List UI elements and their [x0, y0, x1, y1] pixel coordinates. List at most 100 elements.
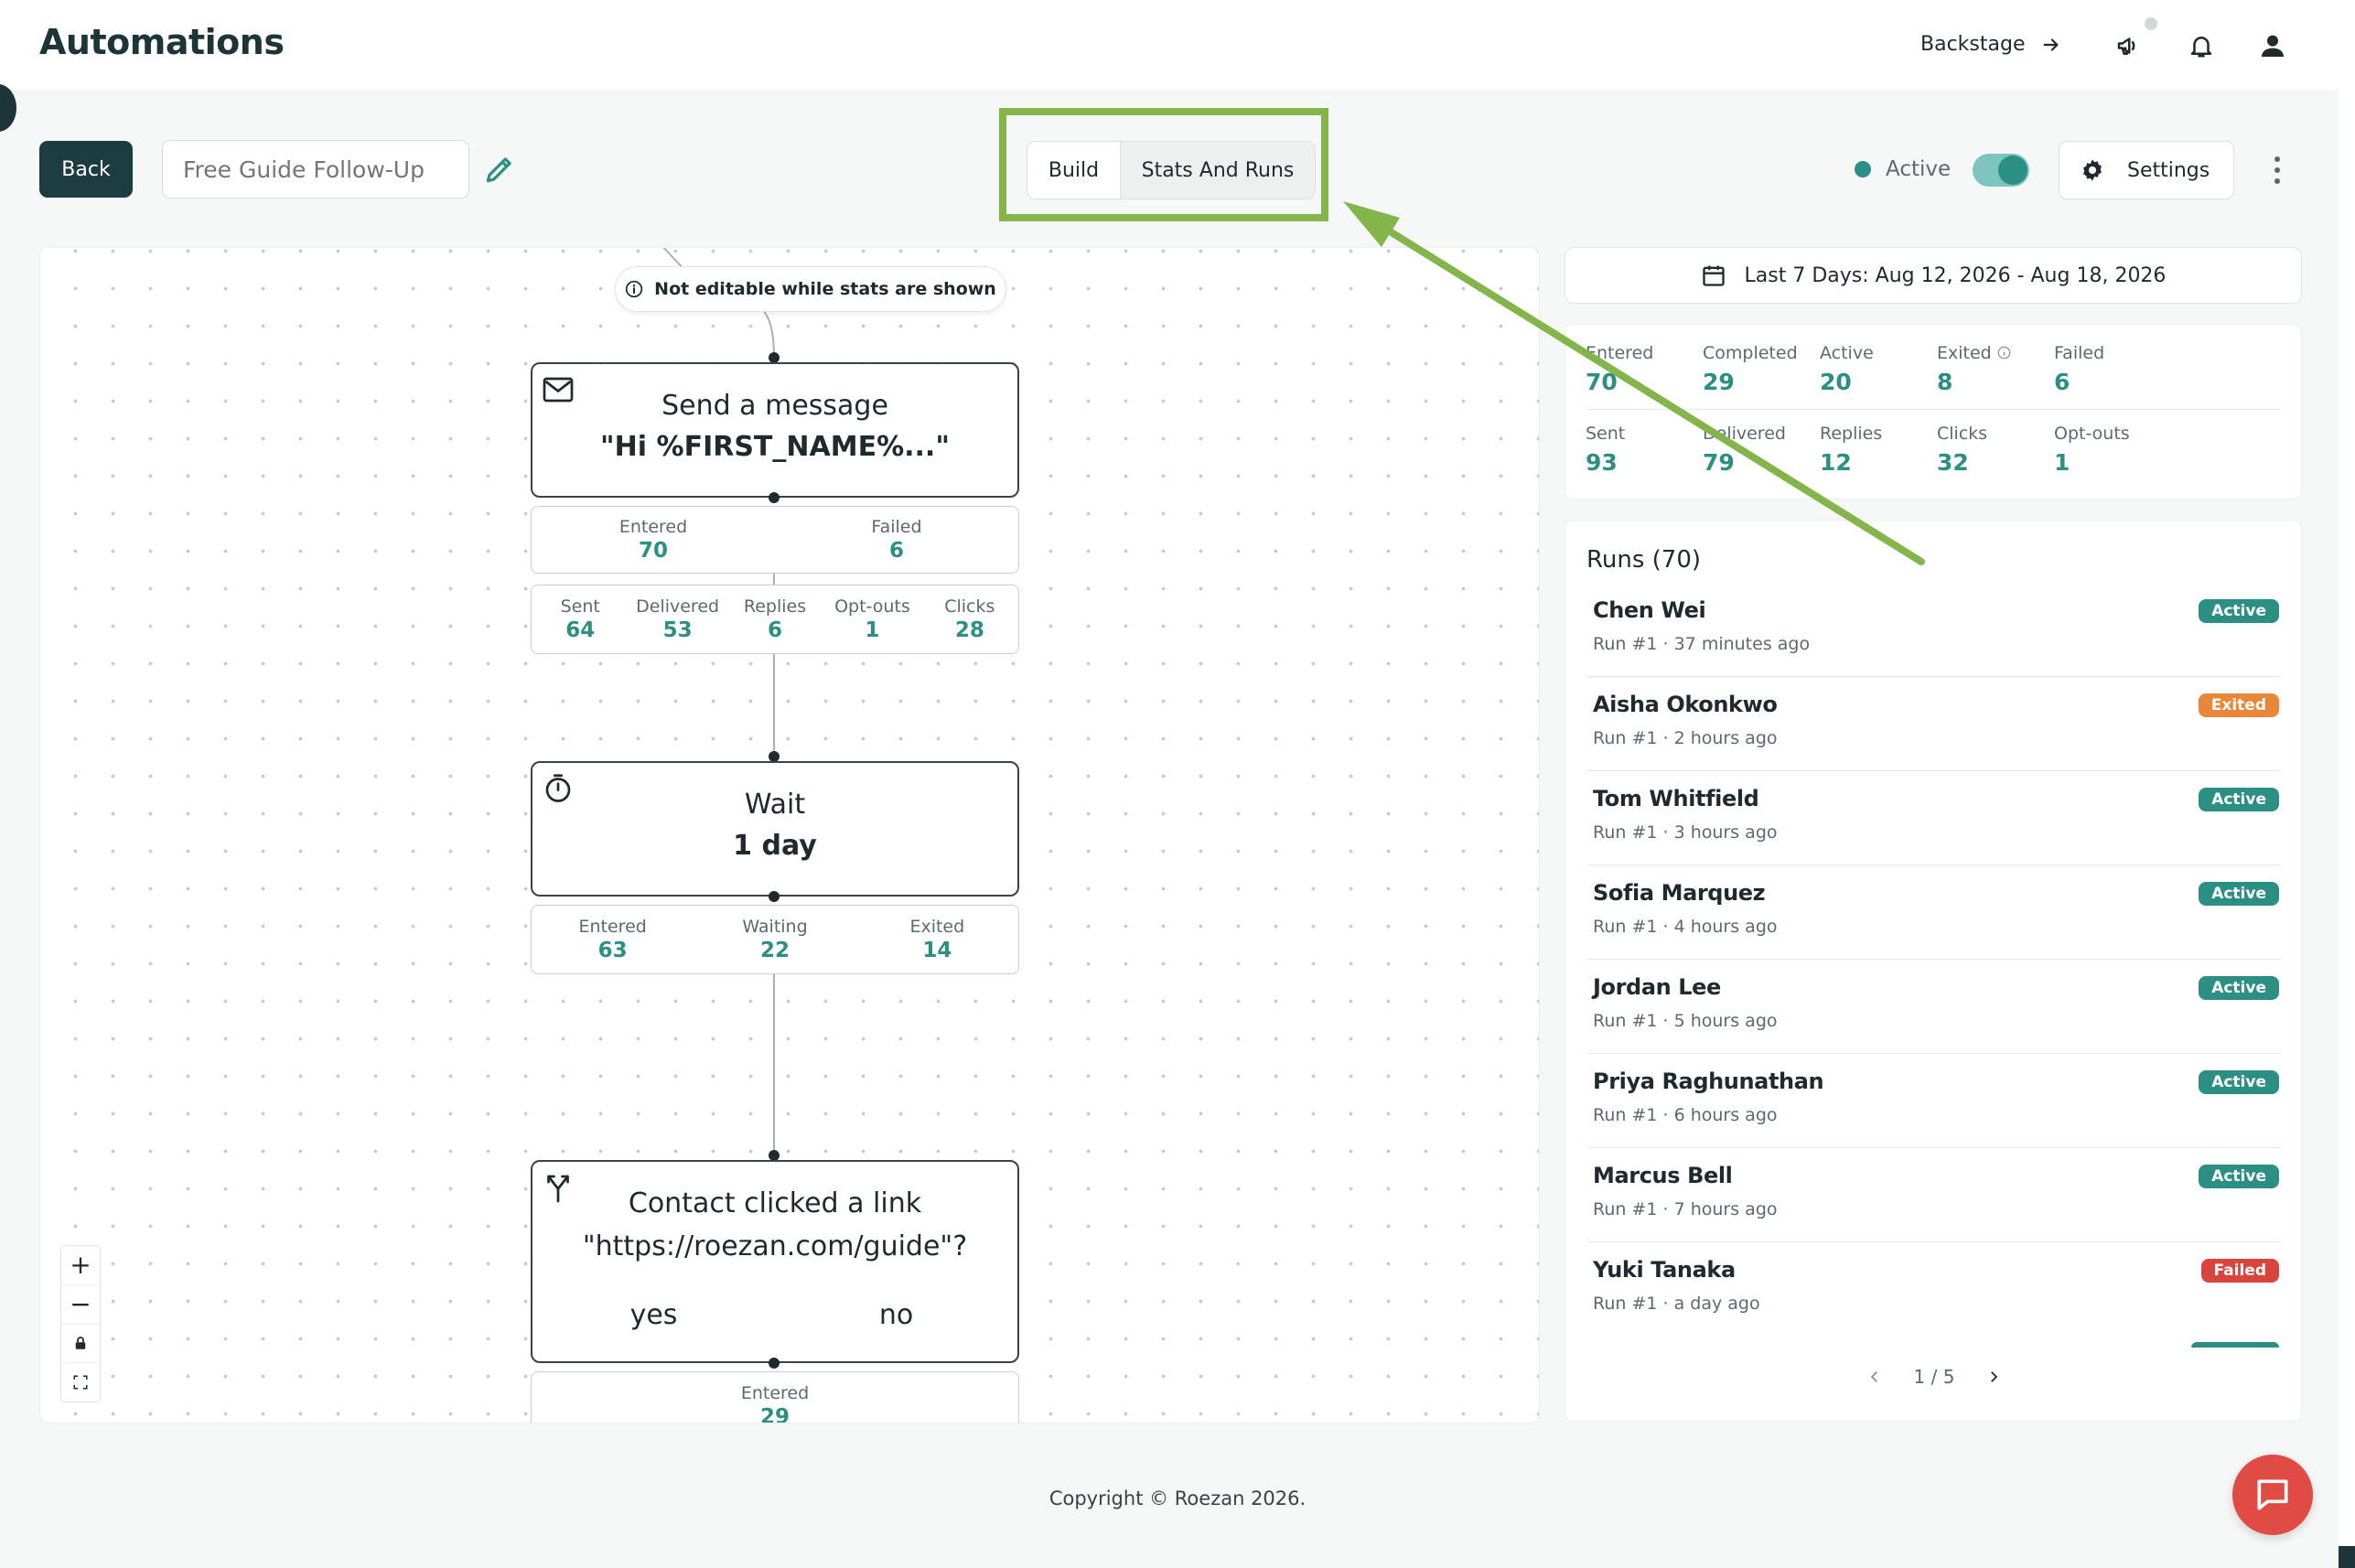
branch-labels: yes no — [532, 1299, 1017, 1331]
notification-dot — [2145, 17, 2157, 30]
summary-stat-entered: Entered 70 — [1586, 343, 1654, 395]
date-range-picker[interactable]: Last 7 Days: Aug 12, 2026 - Aug 18, 2026 — [1565, 247, 2302, 304]
run-meta: Run #1 · 7 hours ago — [1593, 1199, 1778, 1219]
wait-node[interactable]: Wait 1 day — [531, 761, 1019, 897]
run-meta: Run #1 · 5 hours ago — [1593, 1011, 1778, 1031]
chevron-left-icon[interactable] — [1866, 1369, 1883, 1385]
active-toggle[interactable] — [1973, 154, 2029, 187]
not-editable-notice: Not editable while stats are shown — [615, 266, 1006, 312]
status-badge-partial — [2191, 1342, 2279, 1348]
status-badge: Active — [2199, 1165, 2279, 1188]
run-row[interactable]: Tom Whitfield Run #1 · 3 hours ago Activ… — [1587, 771, 2281, 865]
run-row[interactable]: Sofia Marquez Run #1 · 4 hours ago Activ… — [1587, 865, 2281, 960]
condition-node[interactable]: Contact clicked a link "https://roezan.c… — [531, 1160, 1019, 1363]
notice-text: Not editable while stats are shown — [654, 279, 996, 299]
zoom-in-button[interactable]: + — [61, 1246, 100, 1285]
automation-name-input[interactable] — [162, 140, 469, 199]
zoom-controls: + − — [60, 1245, 101, 1402]
status-badge: Active — [2199, 1070, 2279, 1094]
stat-sent: Sent 64 — [560, 596, 600, 642]
backstage-label: Backstage — [1920, 33, 2026, 56]
arrow-right-icon — [2044, 38, 2059, 51]
wait-stats: Entered 63 Waiting 22 Exited 14 — [531, 905, 1019, 974]
settings-label: Settings — [2127, 158, 2210, 182]
run-row[interactable]: Yuki Tanaka Run #1 · a day ago Failed — [1587, 1242, 2281, 1337]
page-title: Automations — [39, 22, 285, 62]
fit-view-icon[interactable] — [61, 1363, 100, 1402]
run-row[interactable]: Aisha Okonkwo Run #1 · 2 hours ago Exite… — [1587, 677, 2281, 771]
branch-icon — [547, 1175, 569, 1203]
output-port[interactable] — [769, 891, 780, 902]
summary-stat-failed: Failed 6 — [2054, 343, 2105, 395]
info-icon — [626, 280, 643, 298]
run-contact-name: Tom Whitfield — [1593, 786, 1759, 811]
page-indicator: 1 / 5 — [1913, 1366, 1955, 1388]
output-port[interactable] — [769, 492, 780, 503]
node-subtitle: "Hi %FIRST_NAME%..." — [600, 431, 950, 463]
stat-entered: Entered 29 — [740, 1383, 810, 1423]
send-message-node[interactable]: Send a message "Hi %FIRST_NAME%..." — [531, 362, 1019, 498]
more-options-icon[interactable] — [2264, 152, 2291, 188]
chat-support-button[interactable] — [2232, 1455, 2313, 1535]
send-stats-bottom: Sent 64 Delivered 53 Replies 6 Opt-outs 1 Cl… — [531, 585, 1019, 654]
run-contact-name: Sofia Marquez — [1593, 880, 1766, 906]
status-badge: Active — [2199, 882, 2279, 906]
run-meta: Run #1 · 6 hours ago — [1593, 1105, 1778, 1125]
summary-stat-exited: Exited 8 — [1937, 343, 2011, 395]
settings-button[interactable]: Settings — [2059, 141, 2234, 199]
run-row[interactable]: Marcus Bell Run #1 · 7 hours ago Active — [1587, 1148, 2281, 1242]
status-badge: Active — [2199, 788, 2279, 811]
summary-stat-delivered: Delivered 79 — [1703, 424, 1786, 476]
backstage-link[interactable]: Backstage — [1920, 33, 2061, 56]
output-port[interactable] — [769, 1358, 780, 1369]
user-icon[interactable] — [2256, 29, 2289, 62]
summary-stat-clicks: Clicks 32 — [1937, 424, 1988, 476]
megaphone-icon[interactable] — [2112, 29, 2145, 62]
run-contact-name: Marcus Bell — [1593, 1163, 1733, 1188]
info-icon[interactable] — [1997, 346, 2011, 360]
flow-canvas[interactable]: Not editable while stats are shown Send … — [39, 247, 1540, 1423]
summary-stat-opt-outs: Opt-outs 1 — [2054, 424, 2130, 476]
bell-icon[interactable] — [2185, 29, 2218, 62]
summary-stat-completed: Completed 29 — [1703, 343, 1798, 395]
stat-exited: Exited 14 — [909, 917, 965, 962]
run-row[interactable]: Priya Raghunathan Run #1 · 6 hours ago A… — [1587, 1054, 2281, 1148]
pencil-icon[interactable] — [482, 152, 517, 187]
stat-delivered: Delivered 53 — [636, 596, 720, 642]
run-row[interactable]: Jordan Lee Run #1 · 5 hours ago Active — [1587, 960, 2281, 1054]
run-meta: Run #1 · 37 minutes ago — [1593, 634, 1811, 654]
lock-icon[interactable] — [61, 1325, 100, 1364]
tab-build[interactable]: Build — [1027, 142, 1121, 199]
divider — [1587, 409, 2281, 410]
timer-icon — [545, 774, 571, 802]
run-contact-name: Yuki Tanaka — [1593, 1257, 1736, 1283]
status-badge: Failed — [2200, 1259, 2279, 1283]
envelope-icon — [543, 377, 574, 403]
branch-no-label: no — [878, 1299, 914, 1331]
connector-line — [773, 574, 775, 585]
tab-stats-and-runs[interactable]: Stats And Runs — [1121, 142, 1315, 199]
status-indicator: Active — [1855, 146, 1951, 192]
run-contact-name: Priya Raghunathan — [1593, 1069, 1824, 1094]
toggle-knob — [1998, 156, 2027, 185]
stat-clicks: Clicks 28 — [944, 596, 995, 642]
back-button[interactable]: Back — [39, 141, 133, 198]
node-title: Contact clicked a link — [628, 1187, 922, 1219]
send-stats-top: Entered 70 Failed 6 — [531, 506, 1019, 574]
chat-bubble-icon — [2257, 1479, 2288, 1510]
zoom-out-button[interactable]: − — [61, 1285, 100, 1325]
stat-entered: Entered 63 — [578, 917, 647, 962]
summary-stats-card: Entered 70 Completed 29 Active 20 Exited 8 … — [1565, 324, 2302, 499]
run-row[interactable]: Chen Wei Run #1 · 37 minutes ago Active — [1587, 583, 2281, 677]
status-dot — [1855, 161, 1871, 177]
stat-replies: Replies 6 — [743, 596, 807, 642]
node-title: Wait — [744, 789, 806, 821]
pagination: 1 / 5 — [1565, 1366, 2301, 1388]
footer-copyright: Copyright © Roezan 2026. — [1048, 1487, 1307, 1509]
status-badge: Active — [2199, 976, 2279, 1000]
node-subtitle: "https://roezan.com/guide"? — [582, 1230, 968, 1262]
node-title: Send a message — [661, 390, 888, 422]
chevron-right-icon[interactable] — [1985, 1369, 2002, 1385]
stat-entered: Entered 70 — [618, 517, 688, 563]
connector-line — [773, 974, 775, 1154]
